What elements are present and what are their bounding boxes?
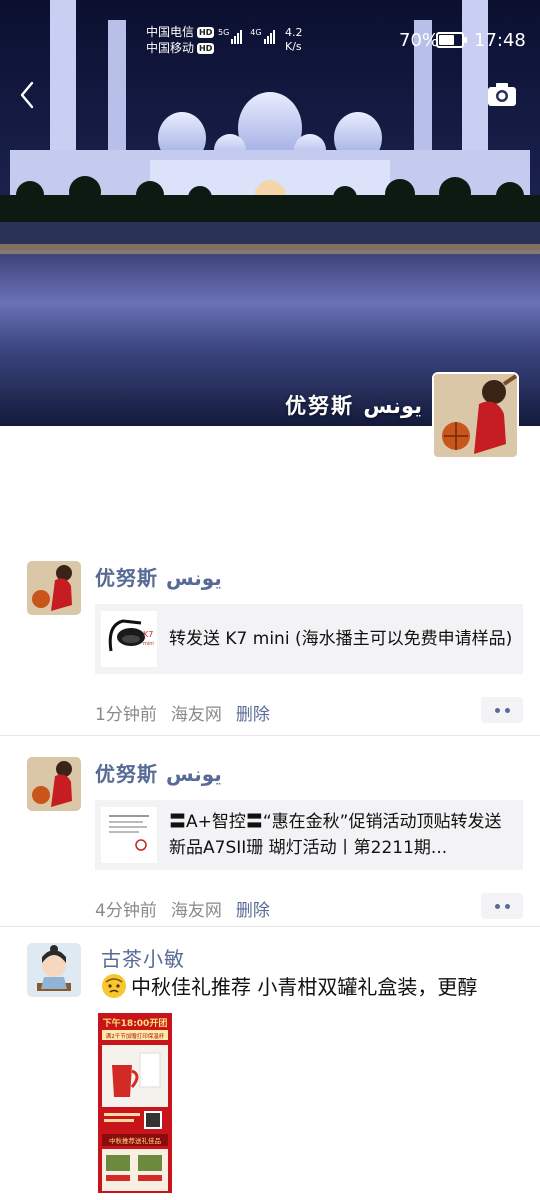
hd-badge: HD bbox=[197, 42, 215, 54]
svg-text:K7: K7 bbox=[143, 630, 153, 639]
shared-link-thumbnail bbox=[101, 807, 157, 863]
post-source: 海友网 bbox=[170, 901, 222, 921]
svg-text:中秋推荐送礼佳品: 中秋推荐送礼佳品 bbox=[109, 1136, 161, 1145]
signal-4g-icon: 4G bbox=[250, 28, 275, 44]
status-bar: 中国电信 HD 中国移动 HD 5G 4G 4.2 K/s 70% 17:48 bbox=[0, 20, 540, 60]
carrier-label: 中国电信 bbox=[146, 25, 195, 39]
post-text: 中秋佳礼推荐 小青柑双罐礼盒装，更醇 bbox=[101, 971, 523, 1000]
emoji-icon bbox=[102, 973, 126, 998]
aquarium-light-product-image: K7 mini bbox=[101, 611, 157, 667]
profile-name[interactable]: 优努斯 يونس bbox=[285, 390, 422, 420]
svg-text:满2千节加赠打印保温杯: 满2千节加赠打印保温杯 bbox=[106, 1032, 165, 1040]
tea-gift-poster-image: 下午18:00开团 满2千节加赠打印保温杯 中秋推荐送礼佳品 bbox=[98, 1013, 172, 1193]
battery-fill bbox=[439, 35, 454, 45]
network-speed: 4.2 K/s bbox=[285, 26, 303, 53]
basketball-player-avatar-image bbox=[27, 561, 81, 615]
svg-text:下午18:00开团: 下午18:00开团 bbox=[103, 1017, 168, 1029]
more-actions-button[interactable] bbox=[481, 893, 523, 919]
document-thumbnail-image bbox=[101, 807, 157, 863]
dot-icon bbox=[504, 707, 510, 713]
post-author[interactable]: 优努斯 يونس bbox=[95, 758, 222, 787]
carrier-info: 中国电信 HD 中国移动 HD bbox=[146, 24, 215, 56]
clock: 17:48 bbox=[474, 30, 526, 51]
signal-5g-icon: 5G bbox=[218, 28, 243, 44]
basketball-player-avatar-image bbox=[27, 757, 81, 811]
chevron-left-icon bbox=[20, 81, 34, 109]
dot-icon bbox=[494, 707, 500, 713]
svg-text:mini: mini bbox=[143, 641, 154, 647]
post-avatar[interactable] bbox=[27, 943, 81, 997]
dot-icon bbox=[494, 903, 500, 909]
shared-link-title: 转发送 K7 mini (海水播主可以免费申请样品) bbox=[169, 629, 513, 649]
post-avatar[interactable] bbox=[27, 561, 81, 615]
mosque-night-photo bbox=[0, 0, 540, 426]
feed-post: 古茶小敏 中秋佳礼推荐 小青柑双罐礼盒装，更醇 下午18:00开团 满2千节加赠… bbox=[0, 927, 540, 1200]
cartoon-girl-avatar-image bbox=[27, 943, 81, 997]
camera-icon bbox=[488, 83, 516, 106]
battery-icon bbox=[436, 32, 467, 48]
carrier-label: 中国移动 bbox=[146, 41, 195, 55]
post-text-content: 中秋佳礼推荐 小青柑双罐礼盒装，更醇 bbox=[131, 975, 478, 999]
delete-button[interactable]: 删除 bbox=[236, 896, 270, 921]
post-author[interactable]: 古茶小敏 bbox=[101, 943, 185, 972]
camera-button[interactable] bbox=[484, 80, 520, 110]
post-source: 海友网 bbox=[170, 705, 222, 725]
delete-button[interactable]: 删除 bbox=[236, 700, 270, 725]
post-meta: 1分钟前 海友网 删除 bbox=[95, 700, 270, 725]
post-meta: 4分钟前 海友网 删除 bbox=[95, 896, 270, 921]
battery-percent: 70% bbox=[399, 30, 440, 51]
post-time: 1分钟前 bbox=[95, 705, 157, 725]
shared-link-card[interactable]: K7 mini 转发送 K7 mini (海水播主可以免费申请样品) bbox=[95, 604, 523, 674]
dot-icon bbox=[504, 903, 510, 909]
shared-link-thumbnail: K7 mini bbox=[101, 611, 157, 667]
feed-post: 优努斯 يونس 〓A+智控〓“惠在金秋”促销活动顶贴转发送新品A7SII珊 瑚… bbox=[0, 736, 540, 927]
shared-link-card[interactable]: 〓A+智控〓“惠在金秋”促销活动顶贴转发送新品A7SII珊 瑚灯活动丨第2211… bbox=[95, 800, 523, 870]
shared-link-title: 〓A+智控〓“惠在金秋”促销活动顶贴转发送新品A7SII珊 瑚灯活动丨第2211… bbox=[169, 812, 502, 858]
moments-feed: 优努斯 يونس K7 mini 转发送 K7 mini (海水播主可以免费申请… bbox=[0, 540, 540, 1200]
feed-post: 优努斯 يونس K7 mini 转发送 K7 mini (海水播主可以免费申请… bbox=[0, 540, 540, 736]
post-author[interactable]: 优努斯 يونس bbox=[95, 562, 222, 591]
signal-indicators: 5G 4G bbox=[218, 28, 275, 44]
post-time: 4分钟前 bbox=[95, 901, 157, 921]
basketball-player-avatar-image bbox=[434, 374, 517, 457]
more-actions-button[interactable] bbox=[481, 697, 523, 723]
hd-badge: HD bbox=[197, 26, 215, 38]
profile-avatar[interactable] bbox=[432, 372, 519, 459]
post-image[interactable]: 下午18:00开团 满2千节加赠打印保温杯 中秋推荐送礼佳品 bbox=[98, 1013, 172, 1193]
post-avatar[interactable] bbox=[27, 757, 81, 811]
cover-image[interactable]: 中国电信HD 中国移动HD 5G 4G 4.2 K/s 70% 17:48 bbox=[0, 0, 540, 426]
back-button[interactable] bbox=[14, 78, 44, 112]
